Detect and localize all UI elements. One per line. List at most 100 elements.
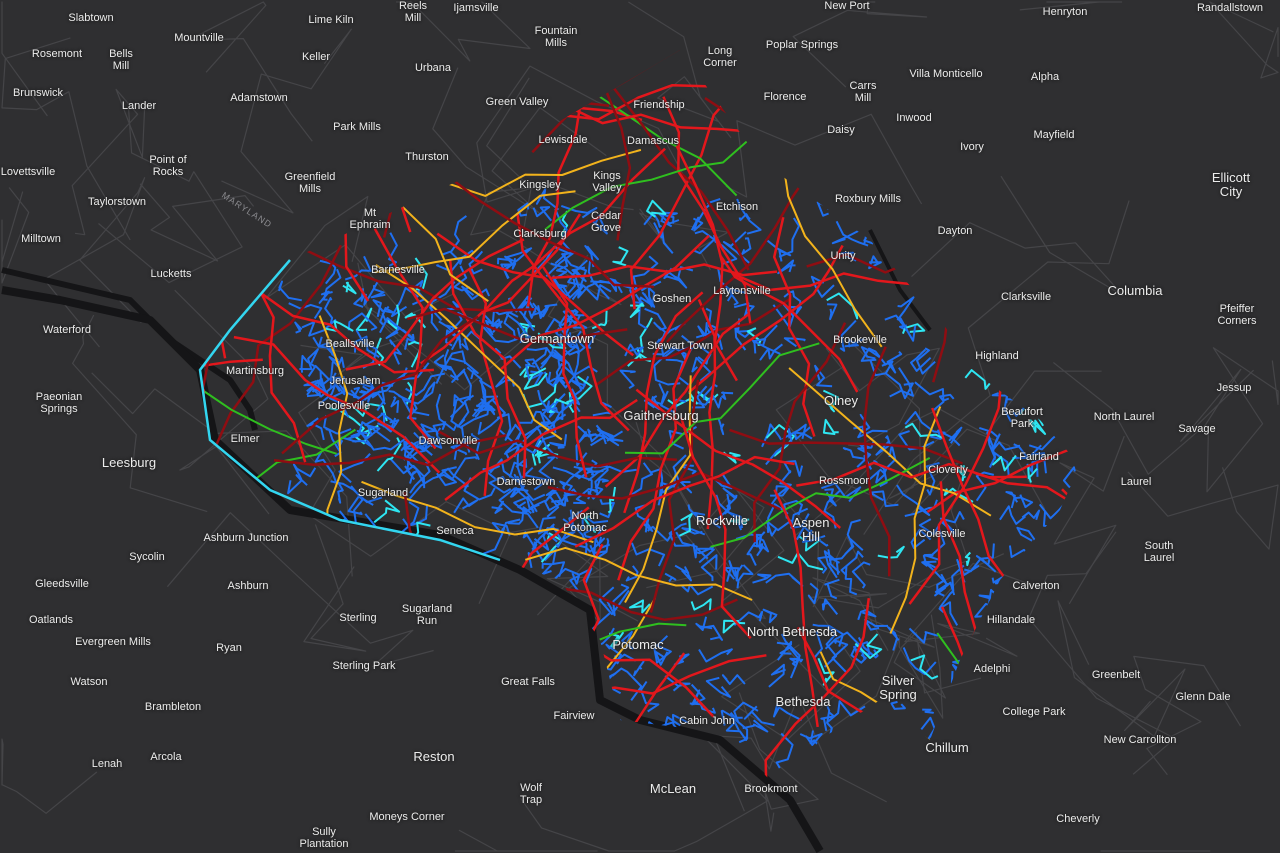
arterial-road xyxy=(296,592,378,790)
local-road xyxy=(407,473,454,502)
local-road xyxy=(825,700,866,724)
local-road xyxy=(558,605,576,633)
local-road xyxy=(933,282,949,296)
basemap-road xyxy=(1206,347,1279,493)
local-road xyxy=(985,310,996,338)
local-road xyxy=(991,703,1010,722)
local-road xyxy=(966,308,988,337)
local-road xyxy=(987,588,1010,630)
local-road xyxy=(1018,282,1029,307)
local-road xyxy=(664,572,677,582)
arterial-road xyxy=(200,358,263,430)
local-road xyxy=(983,328,1011,350)
minor-arterial-road xyxy=(936,632,1035,790)
highway xyxy=(382,50,407,238)
local-road xyxy=(849,195,863,217)
local-road xyxy=(1007,597,1034,618)
local-road xyxy=(323,415,352,435)
basemap-road xyxy=(396,1,531,62)
local-road xyxy=(982,697,997,716)
local-road xyxy=(674,564,692,582)
arterial-road xyxy=(732,272,958,292)
local-road xyxy=(553,621,593,634)
local-road xyxy=(317,336,336,356)
local-road xyxy=(729,518,750,524)
arterial-road xyxy=(1061,488,1080,597)
basemap-road xyxy=(166,512,434,668)
local-road xyxy=(558,694,594,711)
highway xyxy=(205,50,361,197)
local-road xyxy=(422,381,436,400)
local-road xyxy=(989,276,1003,291)
local-road xyxy=(1021,509,1041,521)
local-road xyxy=(1024,660,1041,682)
local-road xyxy=(1070,488,1080,510)
local-road xyxy=(1021,291,1053,328)
local-road xyxy=(873,215,895,243)
local-road xyxy=(1062,466,1078,491)
local-road xyxy=(611,667,643,701)
local-road xyxy=(516,631,542,652)
highway xyxy=(514,650,555,790)
arterial-road xyxy=(200,106,256,181)
local-road xyxy=(990,357,1019,380)
local-road xyxy=(294,321,303,334)
local-road xyxy=(768,663,786,688)
basemap-road xyxy=(904,562,1046,657)
local-road xyxy=(646,525,674,542)
local-road xyxy=(825,733,849,753)
local-road xyxy=(950,232,965,248)
local-road xyxy=(532,206,553,222)
arterial-road xyxy=(200,134,341,227)
local-road xyxy=(991,575,1007,585)
local-road xyxy=(877,545,905,559)
local-road xyxy=(552,698,566,724)
local-road xyxy=(1032,723,1057,743)
local-road xyxy=(1052,585,1074,605)
local-road xyxy=(1039,340,1066,359)
local-road xyxy=(971,710,1003,730)
local-road xyxy=(1008,545,1038,569)
highway xyxy=(762,70,993,160)
arterial-road xyxy=(465,621,612,790)
arterial-road xyxy=(973,50,1043,243)
local-road xyxy=(523,474,549,491)
basemap-road xyxy=(43,177,146,348)
local-road xyxy=(950,185,984,213)
local-road xyxy=(884,314,917,342)
local-road xyxy=(959,236,974,253)
local-road xyxy=(536,715,564,737)
arterial-road xyxy=(859,73,1041,245)
local-road xyxy=(1049,413,1075,445)
arterial-road xyxy=(1028,120,1051,357)
arterial-road xyxy=(212,128,227,359)
arterial-road xyxy=(975,472,1080,530)
local-road xyxy=(821,598,839,616)
local-road xyxy=(1053,728,1074,746)
basemap-road xyxy=(1133,655,1242,776)
local-road xyxy=(372,299,390,318)
arterial-road xyxy=(940,606,1052,790)
local-road xyxy=(581,719,610,733)
local-road xyxy=(587,465,637,482)
local-road xyxy=(1005,648,1025,682)
map-canvas[interactable] xyxy=(0,0,1280,853)
local-road xyxy=(724,493,731,515)
highway xyxy=(200,727,253,790)
local-road xyxy=(964,369,998,390)
basemap-road xyxy=(1053,435,1125,605)
local-road xyxy=(514,628,548,645)
collector-road xyxy=(400,634,584,754)
basemap-road xyxy=(893,631,982,699)
local-road xyxy=(852,200,874,211)
local-road xyxy=(520,729,547,758)
local-road xyxy=(992,587,1007,609)
local-road xyxy=(807,582,819,605)
basemap-road xyxy=(71,88,146,236)
local-road xyxy=(741,237,752,255)
highway xyxy=(595,65,750,271)
local-road xyxy=(698,648,733,663)
highway xyxy=(200,50,204,66)
local-road xyxy=(612,246,629,267)
local-road xyxy=(899,188,922,220)
